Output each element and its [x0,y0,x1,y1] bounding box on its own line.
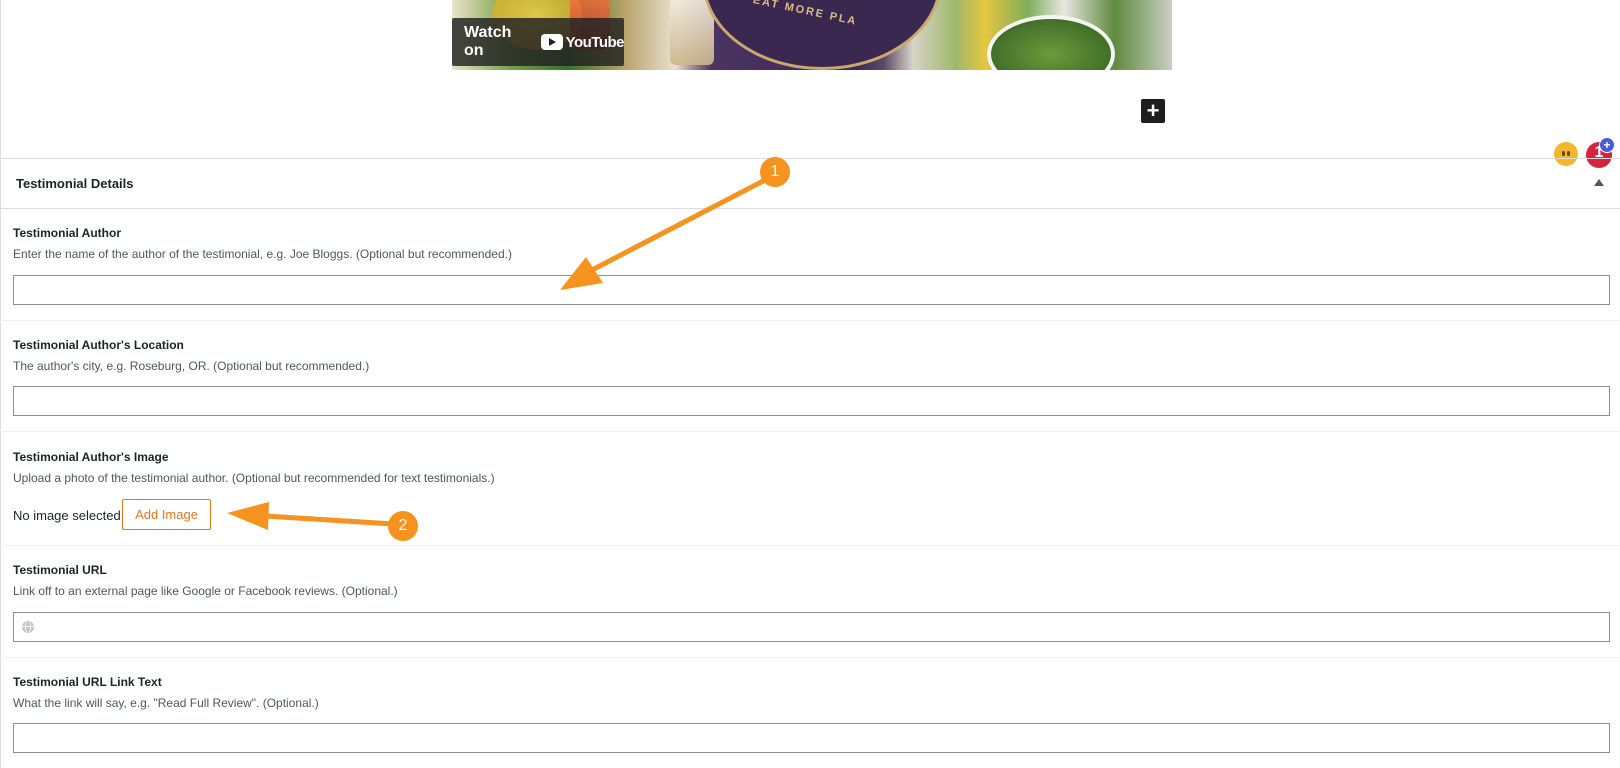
annotation-callout-2: 2 [388,511,418,541]
testimonial-details-header[interactable]: Testimonial Details [0,158,1620,209]
collapse-arrow-icon[interactable] [1594,179,1604,186]
notification-plus-icon: + [1599,137,1615,153]
field-description: The author's city, e.g. Roseburg, OR. (O… [13,359,370,373]
field-label: Testimonial URL [13,563,107,577]
youtube-play-icon [540,34,563,50]
field-description: Enter the name of the author of the test… [13,247,512,261]
add-image-button[interactable]: Add Image [122,499,211,530]
video-thumbnail-jar [670,0,714,65]
no-image-selected-text: No image selected [13,508,121,523]
field-label: Testimonial Author's Image [13,450,169,464]
field-description: Upload a photo of the testimonial author… [13,471,495,485]
field-description: What the link will say, e.g. "Read Full … [13,696,319,710]
globe-icon [22,621,34,633]
testimonial-link-text-input[interactable] [13,723,1610,753]
metabox-title: Testimonial Details [16,176,134,191]
annotation-callout-1: 1 [760,157,790,187]
field-testimonial-author: Testimonial Author Enter the name of the… [0,209,1620,321]
youtube-wordmark: YouTube [565,33,625,51]
youtube-logo: YouTube [540,33,625,51]
field-testimonial-url-link-text: Testimonial URL Link Text What the link … [0,658,1620,768]
field-description: Link off to an external page like Google… [13,584,398,598]
field-testimonial-image: Testimonial Author's Image Upload a phot… [0,432,1620,546]
testimonial-author-input[interactable] [13,275,1610,305]
watch-on-youtube-button[interactable]: Watch on YouTube [452,18,625,66]
field-testimonial-url: Testimonial URL Link off to an external … [0,546,1620,658]
watch-on-label: Watch on [464,24,512,59]
testimonial-location-input[interactable] [13,386,1610,416]
block-inserter-button[interactable]: + [1141,99,1165,123]
field-label: Testimonial Author's Location [13,338,184,352]
video-thumbnail-salad-bowl [987,15,1115,70]
field-label: Testimonial Author [13,226,121,240]
field-testimonial-location: Testimonial Author's Location The author… [0,321,1620,432]
field-label: Testimonial URL Link Text [13,675,162,689]
testimonial-url-input[interactable] [13,612,1610,642]
